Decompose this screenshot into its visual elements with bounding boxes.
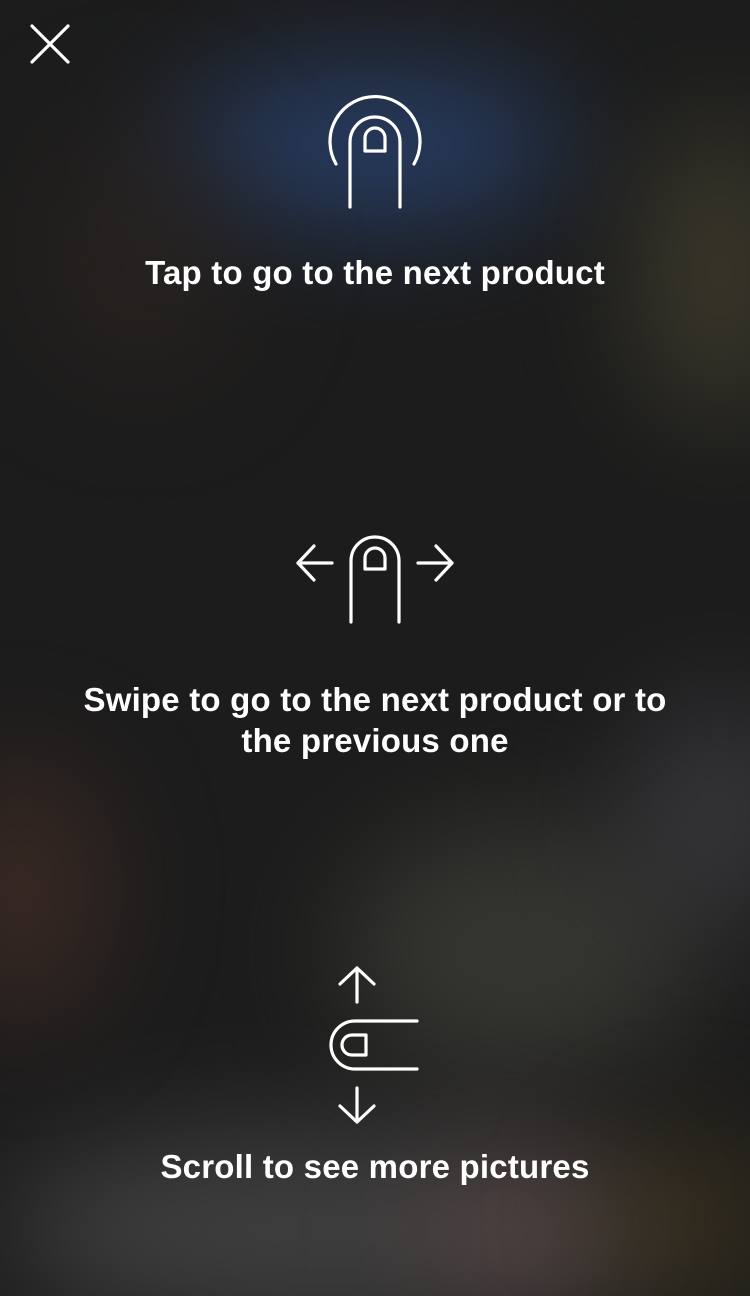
swipe-hint-text: Swipe to go to the next product or to the…	[83, 681, 667, 759]
blurred-background-shape	[40, 120, 240, 380]
close-icon	[30, 24, 70, 64]
tap-hint-text: Tap to go to the next product	[145, 254, 605, 291]
blurred-background-shape	[0, 760, 100, 1020]
swipe-horizontal-gesture-icon	[296, 535, 454, 624]
scroll-vertical-gesture-icon	[329, 966, 419, 1124]
scroll-hint-text: Scroll to see more pictures	[160, 1148, 590, 1185]
close-button[interactable]	[22, 16, 78, 72]
gesture-tutorial-overlay: Tap to go to the next product Swipe to g…	[0, 0, 750, 1296]
tap-gesture-icon	[328, 94, 422, 209]
